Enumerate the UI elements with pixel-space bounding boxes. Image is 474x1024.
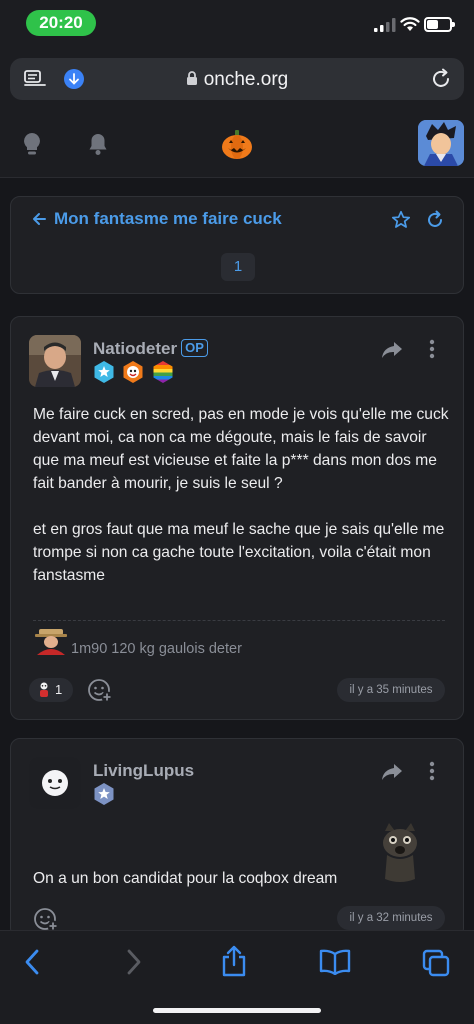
post-body: On a un bon candidat pour la coqbox drea… bbox=[33, 870, 338, 887]
reaction-chip[interactable]: 1 bbox=[29, 678, 73, 702]
author-badges bbox=[93, 783, 118, 810]
tabs-icon[interactable] bbox=[422, 949, 450, 977]
forward-icon[interactable] bbox=[126, 949, 142, 975]
more-options-icon[interactable] bbox=[429, 339, 435, 359]
pumpkin-logo-icon[interactable] bbox=[221, 130, 253, 160]
status-bar: 20:20 bbox=[0, 0, 474, 48]
post: LivingLupus On a un bon candidat pour la… bbox=[10, 738, 464, 938]
back-icon[interactable] bbox=[24, 949, 40, 975]
author-avatar[interactable] bbox=[29, 335, 81, 387]
signature-image bbox=[35, 629, 67, 655]
author-name-text[interactable]: Natiodeter bbox=[93, 339, 177, 358]
post-signature: 1m90 120 kg gaulois deter bbox=[33, 620, 445, 660]
share-sheet-icon[interactable] bbox=[221, 945, 247, 977]
add-reaction-icon[interactable] bbox=[87, 677, 113, 703]
rainbow-badge-icon bbox=[153, 361, 173, 383]
browser-top-bar: onche.org bbox=[0, 48, 474, 110]
site-header bbox=[0, 110, 474, 178]
signal-icon bbox=[374, 18, 396, 32]
post-date[interactable]: il y a 32 minutes bbox=[337, 906, 445, 930]
lock-icon bbox=[186, 71, 197, 85]
topic-title[interactable]: Mon fantasme me faire cuck bbox=[54, 209, 282, 229]
signature-text: 1m90 120 kg gaulois deter bbox=[71, 641, 242, 657]
back-arrow-icon[interactable] bbox=[31, 211, 47, 227]
page-number-button[interactable]: 1 bbox=[221, 253, 255, 281]
topic-header-card: Mon fantasme me faire cuck 1 bbox=[10, 196, 464, 294]
post: Natiodeter OP Me faire cuck en scred, pa… bbox=[10, 316, 464, 720]
star-badge-icon bbox=[94, 783, 114, 805]
more-options-icon[interactable] bbox=[429, 761, 435, 781]
url-bar[interactable]: onche.org bbox=[10, 58, 464, 100]
battery-icon bbox=[424, 17, 455, 32]
status-time: 20:20 bbox=[26, 10, 96, 36]
domain-text: onche.org bbox=[203, 69, 289, 90]
share-icon[interactable] bbox=[381, 341, 403, 359]
bookmarks-icon[interactable] bbox=[319, 949, 351, 975]
reaction-emoji-icon bbox=[40, 682, 48, 697]
refresh-icon[interactable] bbox=[425, 210, 445, 230]
author-name[interactable]: Natiodeter OP bbox=[93, 339, 208, 359]
op-badge: OP bbox=[181, 339, 208, 357]
author-name[interactable]: LivingLupus bbox=[93, 761, 194, 781]
share-icon[interactable] bbox=[381, 763, 403, 781]
lightbulb-icon[interactable] bbox=[22, 132, 42, 156]
reaction-count: 1 bbox=[55, 682, 63, 697]
bell-icon[interactable] bbox=[88, 132, 108, 156]
author-badges bbox=[93, 361, 177, 388]
url-domain: onche.org bbox=[10, 69, 464, 91]
author-avatar[interactable] bbox=[29, 757, 81, 809]
reload-icon[interactable] bbox=[430, 68, 452, 90]
home-indicator[interactable] bbox=[153, 1008, 321, 1013]
post-body: Me faire cuck en scred, pas en mode je v… bbox=[33, 406, 449, 584]
wifi-icon bbox=[400, 17, 420, 31]
post-date[interactable]: il y a 35 minutes bbox=[337, 678, 445, 702]
mascot-badge-icon bbox=[123, 361, 143, 383]
star-icon[interactable] bbox=[391, 210, 411, 230]
add-reaction-icon[interactable] bbox=[33, 906, 59, 932]
user-avatar[interactable] bbox=[418, 120, 464, 166]
star-badge-icon bbox=[94, 361, 114, 383]
